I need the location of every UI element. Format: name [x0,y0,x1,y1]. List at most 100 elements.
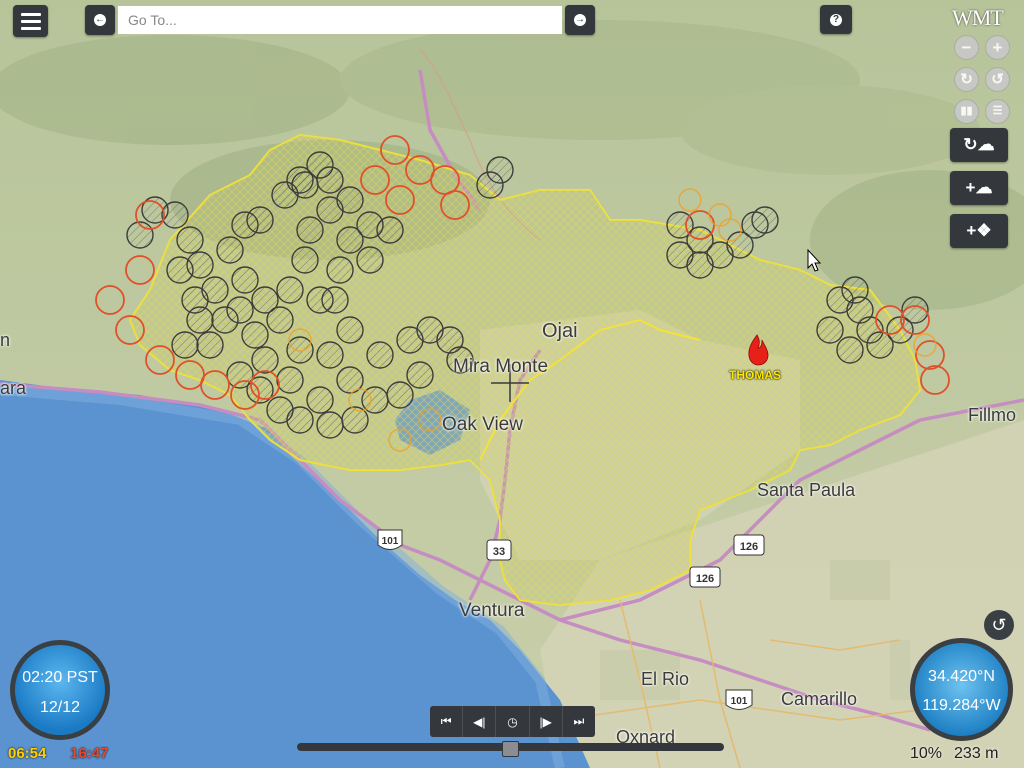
label-santa-paula: Santa Paula [757,480,856,500]
step-forward-button[interactable]: |▶ [530,706,563,737]
svg-text:101: 101 [731,696,748,707]
add-layers-icon: +❖ [966,221,992,240]
clock-time: 02:20 PST [22,669,98,686]
status-readout: 10% 233 m [910,745,999,763]
refresh-weather-button[interactable]: ↻☁ [950,128,1008,162]
hotspot-ring [476,171,504,199]
hotspot-ring [336,316,364,344]
rotate-cw-button[interactable]: ↻ [954,67,979,92]
refresh-cloud-icon: ↻☁ [963,135,995,154]
hotspot-ring [326,256,354,284]
now-button[interactable]: ◷ [496,706,530,737]
skip-start-icon: ⏮ [440,714,452,728]
shield-us101-a: 101 [377,529,403,550]
add-weather-layer-button[interactable]: +☁ [950,171,1008,205]
hotspot-ring [211,306,239,334]
time-slider-handle[interactable] [502,741,519,757]
reset-rotation-button[interactable]: ↺ [984,610,1014,640]
latitude-readout: 34.420°N [928,668,995,685]
hotspot-ring [356,246,384,274]
hotspot-ring [196,331,224,359]
label-el-rio: El Rio [641,669,690,689]
hotspot-ring [316,411,344,439]
hotspot-ring [176,226,204,254]
reset-icon: ↺ [991,614,1007,635]
shield-us101-b: 101 [725,689,753,710]
help-button[interactable]: ? [820,5,852,34]
shield-ca126-b: 126 [689,566,721,588]
svg-text:126: 126 [740,541,758,553]
svg-text:33: 33 [493,546,505,558]
rotate-ccw-button[interactable]: ↺ [985,67,1010,92]
map-canvas[interactable]: 101 33 126 126 101 [0,0,1024,768]
time-dial[interactable]: 02:20 PST 12/12 [10,640,110,740]
fire-name-label[interactable]: THOMAS [729,368,781,382]
chart-button[interactable]: ▮▮ [954,99,979,124]
hotspot-ring [296,216,324,244]
position-compass[interactable]: 34.420°N 119.284°W [910,638,1013,741]
rotate-ccw-icon: ↺ [991,71,1004,88]
hotspot-ring [336,186,364,214]
hotspot-ring [286,336,314,364]
hotspot-ring [386,381,414,409]
hotspot-ring [376,216,404,244]
clock-date: 12/12 [39,699,81,716]
clock-icon: ◷ [507,714,518,729]
hotspot-ring [216,236,244,264]
label-ventura: Ventura [459,600,525,621]
hotspot-ring [231,266,259,294]
stack-button[interactable]: ☰ [985,99,1010,124]
forward-button[interactable]: → [565,5,595,35]
hotspot-ring [186,251,214,279]
wmt-logo: WMT [952,5,1004,30]
back-button[interactable]: ← [85,5,115,35]
sunrise-time: 06:54 [8,745,47,762]
hotspot-ring [286,406,314,434]
hotspot-ring [836,336,864,364]
hotspot-ring [171,331,199,359]
svg-text:101: 101 [382,536,399,547]
hotspot-ring [276,276,304,304]
label-edge-n: n [0,330,11,350]
hotspot-ring [241,321,269,349]
playback-controls: ⏮ ◀| ◷ |▶ ⏭ [430,706,595,737]
hotspot-ring [751,206,779,234]
skip-to-end-button[interactable]: ⏭ [563,706,595,737]
hotspot-ring [291,246,319,274]
goto-bar: ← → [85,5,597,36]
hotspot-ring [406,361,434,389]
label-fillmore: Fillmo [968,405,1016,425]
hotspot-ring [306,286,334,314]
hamburger-icon [20,11,41,32]
layer-stack-icon: ☰ [992,105,1003,117]
label-camarillo: Camarillo [781,689,858,709]
add-cloud-icon: +☁ [965,178,993,197]
hotspot-ring [366,341,394,369]
hotspot-ring [306,151,334,179]
step-forward-icon: |▶ [539,714,552,729]
opacity-readout: 10% [910,745,943,762]
scale-readout: 233 m [954,745,999,762]
menu-button[interactable] [13,5,48,37]
step-back-button[interactable]: ◀| [463,706,497,737]
hotspot-ring [161,201,189,229]
rotate-cw-icon: ↻ [960,71,973,88]
skip-end-icon: ⏭ [573,714,585,728]
hotspot-ring [841,276,869,304]
hotspot-ring [251,346,279,374]
hotspot-ring [181,286,209,314]
zoom-out-button[interactable]: − [954,35,979,60]
shield-ca33: 33 [486,539,512,561]
arrow-left-icon: ← [94,14,106,26]
question-icon: ? [830,13,842,26]
svg-text:126: 126 [696,573,714,585]
zoom-in-button[interactable]: + [985,35,1010,60]
skip-to-start-button[interactable]: ⏮ [430,706,464,737]
goto-input[interactable] [118,6,562,34]
bar-chart-icon: ▮▮ [960,105,973,117]
label-ojai: Ojai [542,320,578,342]
hotspot-ring [306,386,334,414]
shield-ca126-a: 126 [733,534,765,556]
add-map-layer-button[interactable]: +❖ [950,214,1008,248]
hotspot-ring [231,211,259,239]
